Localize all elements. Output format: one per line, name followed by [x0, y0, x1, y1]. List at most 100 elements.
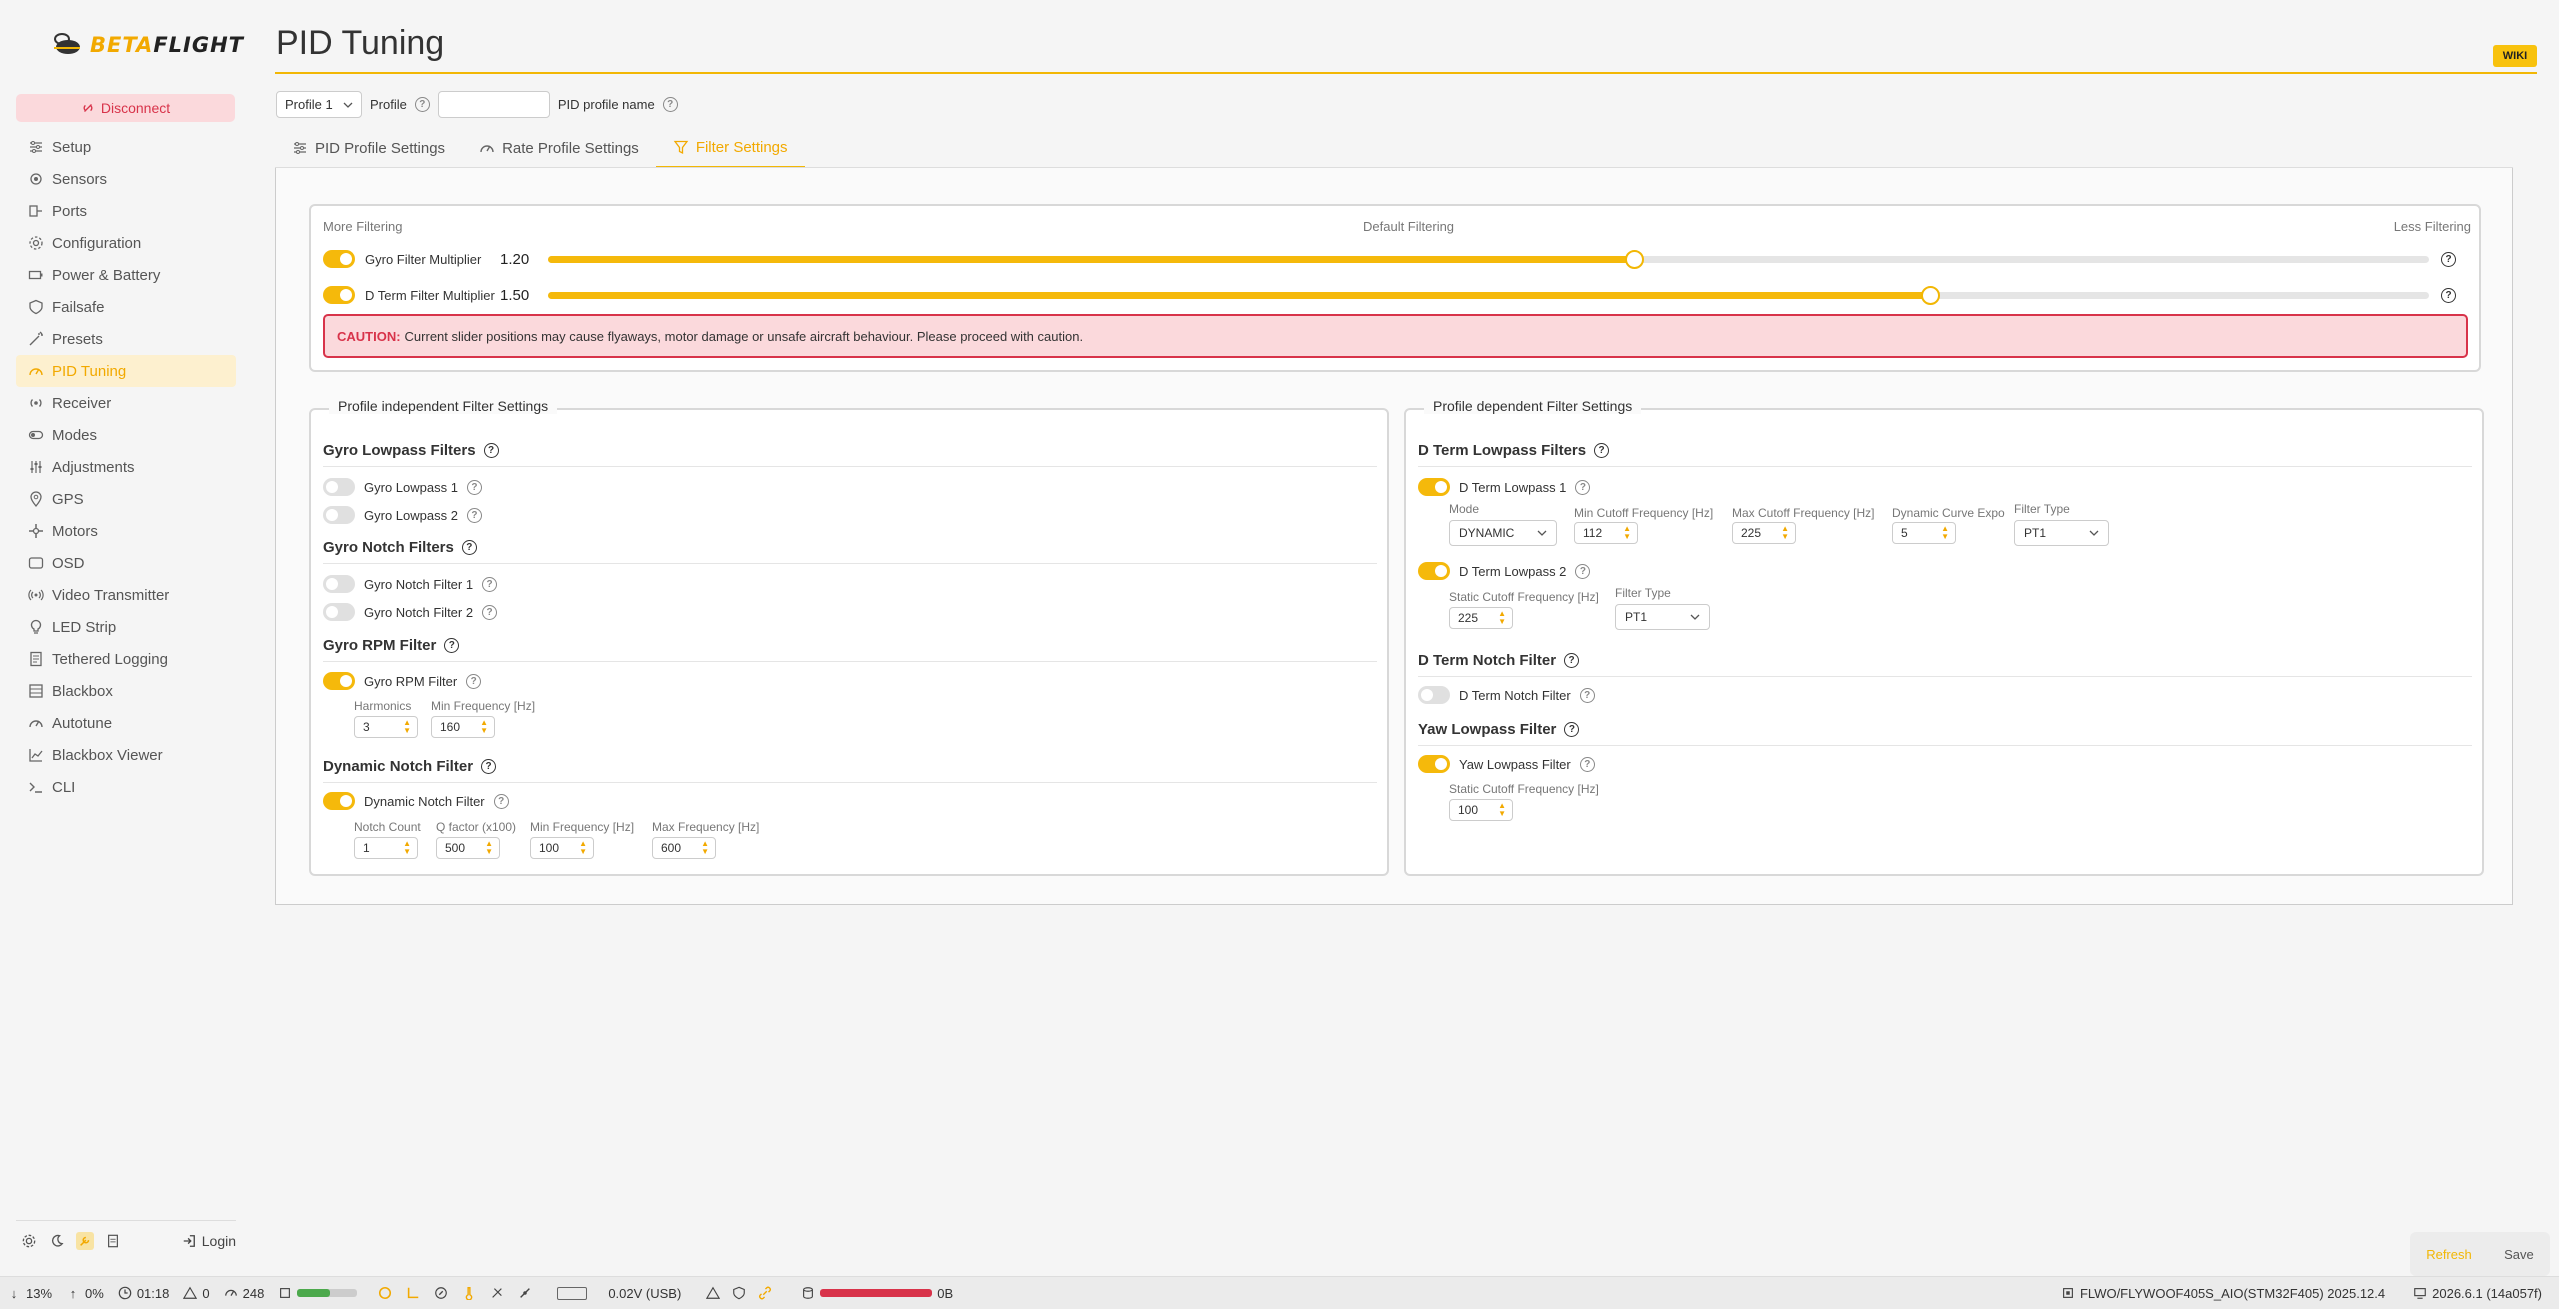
yaw-lowpass-toggle[interactable] [1418, 755, 1450, 773]
slider-handle[interactable] [1920, 285, 1940, 305]
help-icon[interactable]: ? [662, 97, 678, 112]
sidebar-item-blackbox-viewer[interactable]: Blackbox Viewer [16, 739, 236, 771]
sidebar-item-label: Receiver [52, 394, 112, 412]
sidebar-item-power-battery[interactable]: Power & Battery [16, 259, 236, 291]
help-icon[interactable]: ? [2441, 287, 2456, 303]
sidebar-item-receiver[interactable]: Receiver [16, 387, 236, 419]
sidebar-item-presets[interactable]: Presets [16, 323, 236, 355]
settings-icon[interactable] [20, 1232, 38, 1250]
max-cutoff-input[interactable]: 225 ▲ ▼ [1732, 522, 1796, 544]
gyro-notch-1-toggle[interactable] [323, 575, 355, 593]
dterm-filter-slider[interactable] [548, 285, 2429, 305]
help-icon[interactable]: ? [466, 673, 482, 689]
sidebar-item-label: GPS [52, 490, 84, 508]
help-icon[interactable]: ? [444, 638, 460, 653]
mode-select[interactable]: DYNAMIC [1449, 520, 1557, 546]
help-icon[interactable]: ? [1575, 563, 1591, 579]
sidebar-item-pid-tuning[interactable]: PID Tuning [16, 355, 236, 387]
dterm-slider-toggle[interactable] [323, 286, 355, 304]
help-icon[interactable]: ? [2441, 251, 2456, 267]
sidebar-item-motors[interactable]: Motors [16, 515, 236, 547]
sidebar-item-gps[interactable]: GPS [16, 483, 236, 515]
sidebar-item-led-strip[interactable]: LED Strip [16, 611, 236, 643]
help-icon[interactable]: ? [482, 604, 498, 620]
help-icon[interactable]: ? [1594, 443, 1610, 458]
sidebar-item-ports[interactable]: Ports [16, 195, 236, 227]
dynamic-min-frequency-input[interactable]: 100 ▲ ▼ [530, 837, 594, 859]
help-icon[interactable]: ? [414, 97, 430, 112]
help-icon[interactable]: ? [1564, 722, 1580, 737]
expert-mode-icon[interactable] [75, 1231, 94, 1250]
gyro-lowpass-2-toggle[interactable] [323, 506, 355, 524]
tab-rate-profile-settings[interactable]: Rate Profile Settings [462, 128, 656, 168]
page-title: PID Tuning [276, 24, 445, 62]
help-icon[interactable]: ? [493, 793, 509, 809]
harmonics-input[interactable]: 3 ▲ ▼ [354, 716, 418, 738]
help-icon[interactable]: ? [481, 759, 497, 774]
sidebar-item-label: Setup [52, 138, 92, 156]
gyro-slider-toggle[interactable] [323, 250, 355, 268]
gyro-sensor-icon [378, 1286, 392, 1300]
help-icon[interactable]: ? [483, 443, 499, 458]
help-icon[interactable]: ? [461, 540, 477, 555]
pid-profile-name-input[interactable] [437, 91, 550, 118]
sidebar-item-sensors[interactable]: Sensors [16, 163, 236, 195]
tab-pid-profile-settings[interactable]: PID Profile Settings [275, 128, 462, 168]
dterm-lowpass-2-toggle[interactable] [1418, 562, 1450, 580]
login-button[interactable]: Login [182, 1233, 236, 1249]
help-icon[interactable]: ? [1575, 479, 1591, 495]
q-factor-input[interactable]: 500 ▲ ▼ [436, 837, 500, 859]
gyro-notch-2-toggle[interactable] [323, 603, 355, 621]
sidebar-item-configuration[interactable]: Configuration [16, 227, 236, 259]
filter-type-label: Filter Type [2014, 502, 2070, 516]
sidebar-item-osd[interactable]: OSD [16, 547, 236, 579]
slider-handle[interactable] [1625, 249, 1645, 269]
refresh-button[interactable]: Refresh [2426, 1247, 2472, 1262]
sidebar-item-failsafe[interactable]: Failsafe [16, 291, 236, 323]
sidebar-item-video-transmitter[interactable]: Video Transmitter [16, 579, 236, 611]
warning-count: 0 [176, 1286, 216, 1301]
dterm-notch-title: D Term Notch Filter? [1418, 652, 1580, 669]
gyro-filter-slider[interactable] [548, 249, 2429, 269]
document-icon[interactable] [104, 1232, 122, 1250]
notch-count-input[interactable]: 1 ▲ ▼ [354, 837, 418, 859]
sidebar-item-modes[interactable]: Modes [16, 419, 236, 451]
sidebar-item-cli[interactable]: CLI [16, 771, 236, 803]
filter-icon [673, 139, 689, 155]
help-icon[interactable]: ? [1579, 687, 1595, 703]
help-icon[interactable]: ? [466, 507, 482, 523]
sidebar-item-blackbox[interactable]: Blackbox [16, 675, 236, 707]
voltage-readout: 0.02V (USB) [608, 1285, 682, 1301]
dterm-notch-toggle[interactable] [1418, 686, 1450, 704]
fieldset-legend: Profile dependent Filter Settings [1424, 398, 1642, 414]
sidebar-item-autotune[interactable]: Autotune [16, 707, 236, 739]
rpm-min-frequency-input[interactable]: 160 ▲ ▼ [431, 716, 495, 738]
sidebar: BETAFLIGHT Disconnect Setup Sensors Ports C… [0, 0, 250, 1270]
sidebar-item-adjustments[interactable]: Adjustments [16, 451, 236, 483]
dterm-lowpass-1-toggle[interactable] [1418, 478, 1450, 496]
help-icon[interactable]: ? [1579, 756, 1595, 772]
static-cutoff-input[interactable]: 225 ▲ ▼ [1449, 607, 1513, 629]
dterm-slider-value: 1.50 [500, 286, 530, 304]
gyro-lowpass-1-toggle[interactable] [323, 478, 355, 496]
wiki-button[interactable]: WIKI [2493, 45, 2537, 67]
sidebar-item-setup[interactable]: Setup [16, 131, 236, 163]
profile-select[interactable]: Profile 1 [276, 91, 362, 118]
help-icon[interactable]: ? [466, 479, 482, 495]
disconnect-button[interactable]: Disconnect [16, 94, 235, 122]
min-cutoff-input[interactable]: 112 ▲ ▼ [1574, 522, 1638, 544]
yaw-static-cutoff-input[interactable]: 100 ▲ ▼ [1449, 799, 1513, 821]
filter-type-2-select[interactable]: PT1 [1615, 604, 1710, 630]
help-icon[interactable]: ? [1564, 653, 1580, 668]
dynamic-max-frequency-input[interactable]: 600 ▲ ▼ [652, 837, 716, 859]
help-icon[interactable]: ? [482, 576, 498, 592]
dark-mode-icon[interactable] [48, 1232, 66, 1250]
sidebar-item-tethered-logging[interactable]: Tethered Logging [16, 643, 236, 675]
save-button[interactable]: Save [2504, 1247, 2534, 1262]
dynamic-curve-expo-input[interactable]: 5 ▲ ▼ [1892, 522, 1956, 544]
tab-filter-settings[interactable]: Filter Settings [655, 128, 805, 168]
gyro-rpm-toggle[interactable] [323, 672, 355, 690]
filter-type-1-select[interactable]: PT1 [2014, 520, 2109, 546]
dynamic-notch-toggle[interactable] [323, 792, 355, 810]
profile-dependent-filters: Profile dependent Filter Settings D Term… [1404, 398, 2484, 876]
